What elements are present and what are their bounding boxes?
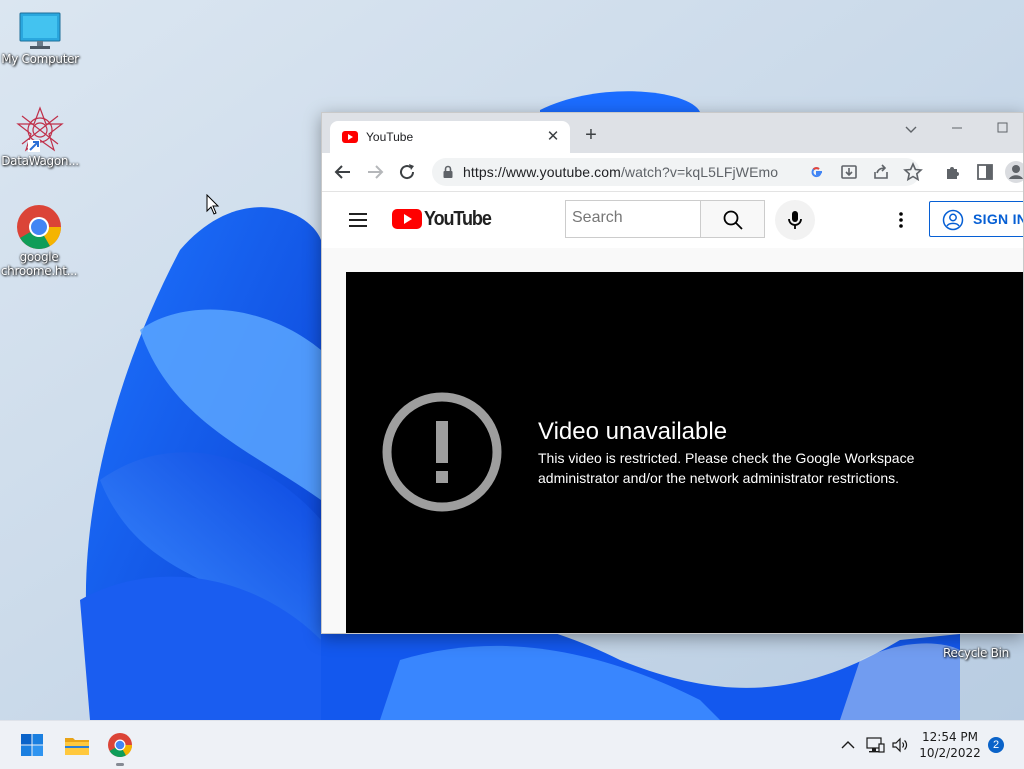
url-host: https://www.youtube.com [463,164,621,180]
error-message: This video is restricted. Please check t… [538,450,915,486]
youtube-play-logo-icon [392,209,422,229]
desktop-icon-label: Recycle Bin [943,646,1009,660]
desktop-icon-datawagon[interactable]: DataWagon... [0,106,80,168]
new-tab-button[interactable]: + [580,125,602,147]
chrome-icon[interactable] [104,729,136,761]
tab-youtube[interactable]: YouTube ✕ [330,121,570,153]
monitor-icon [19,12,61,49]
desktop-icon-label: google chroome.ht... [0,250,78,278]
clock-date: 10/2/2022 [919,746,981,760]
exclamation-circle-icon [382,392,502,512]
clock-time: 12:54 PM [922,730,978,744]
back-arrow-icon[interactable] [331,160,355,184]
more-vertical-icon[interactable] [889,208,913,232]
forward-arrow-icon[interactable] [363,160,387,184]
share-icon[interactable] [869,160,893,184]
search-box[interactable] [565,200,704,238]
youtube-favicon-icon [342,131,358,143]
active-app-indicator [116,763,124,766]
extensions-puzzle-icon[interactable] [941,160,965,184]
chevron-down-icon[interactable] [900,119,922,141]
desktop-icon-label: DataWagon... [1,154,79,168]
desktop-icon-label: My Computer [1,52,79,66]
chrome-browser-window: YouTube ✕ + https://www.youtube.com/watc… [321,112,1024,634]
datawagon-logo-icon [16,106,64,152]
file-explorer-icon[interactable] [61,729,93,761]
chevron-up-icon[interactable] [838,735,858,755]
notification-badge[interactable]: 2 [988,737,1004,753]
desktop-icon-recycle-bin[interactable]: Recycle Bin [936,634,1016,660]
search-icon [723,210,743,230]
desktop-icon-google-chrome-html[interactable]: google chroome.ht... [0,204,78,278]
url-path: /watch?v=kqL5LFjWEmo [620,164,779,180]
video-player[interactable]: Video unavailable This video is restrict… [346,272,1023,633]
reload-icon[interactable] [395,160,419,184]
mouse-cursor-icon [206,194,220,215]
google-lens-icon[interactable] [805,160,829,184]
install-app-icon[interactable] [837,160,861,184]
youtube-header: YouTube Search SIGN IN [322,192,1023,248]
taskbar: 12:54 PM 10/2/2022 2 [0,720,1024,769]
hamburger-menu-icon[interactable] [346,208,370,232]
account-circle-icon [942,209,964,231]
desktop-icon-my-computer[interactable]: My Computer [0,12,80,66]
lock-icon[interactable] [442,165,454,179]
windows-start-icon[interactable] [16,729,48,761]
minimize-window-icon[interactable] [946,117,968,139]
profile-avatar-icon[interactable] [1004,160,1024,184]
microphone-icon [788,211,802,229]
system-clock[interactable]: 12:54 PM 10/2/2022 [918,729,982,761]
network-icon[interactable] [865,735,885,755]
browser-toolbar: https://www.youtube.com/watch?v=kqL5LFjW… [322,153,1023,192]
volume-icon[interactable] [890,735,910,755]
search-input[interactable] [566,201,704,235]
tab-strip: YouTube ✕ + [322,113,1023,153]
maximize-window-icon[interactable] [992,117,1014,139]
error-title: Video unavailable [538,418,728,445]
tab-title: YouTube [366,130,414,144]
youtube-page: YouTube Search SIGN IN Video unavailable… [322,192,1023,633]
side-panel-icon[interactable] [973,160,997,184]
url-text: https://www.youtube.com/watch?v=kqL5LFjW… [463,164,778,180]
close-tab-icon[interactable]: ✕ [544,128,562,146]
sign-in-label: SIGN IN [973,211,1024,227]
voice-search-button[interactable] [775,200,815,240]
search-button[interactable] [701,200,765,238]
youtube-logo-text: YouTube [424,208,492,230]
chrome-icon [17,205,61,249]
sign-in-button[interactable]: SIGN IN [929,201,1024,237]
star-bookmark-icon[interactable] [901,160,925,184]
